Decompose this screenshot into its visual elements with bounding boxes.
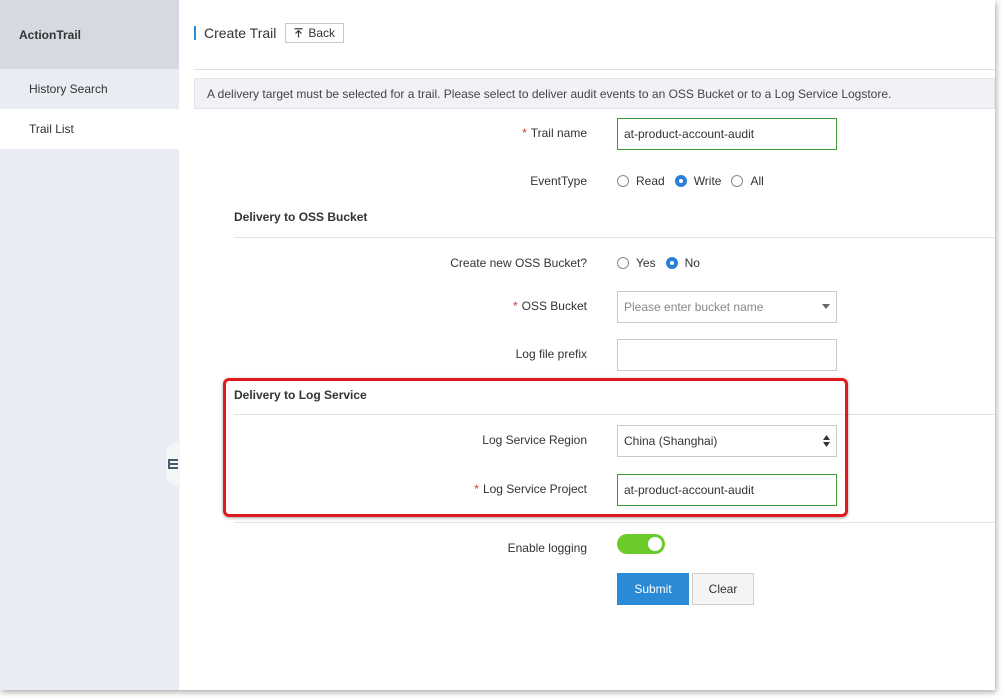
toggle-knob — [648, 537, 662, 551]
page-header: Create Trail Back — [194, 22, 345, 44]
back-button-label: Back — [308, 26, 336, 40]
trail-name-label: * Trail name — [522, 126, 587, 140]
radio-all[interactable]: All — [731, 174, 764, 188]
oss-bucket-select[interactable]: Please enter bucket name — [617, 291, 837, 323]
app-window: ActionTrail History Search Trail List Cr… — [0, 0, 995, 690]
radio-all-label: All — [750, 174, 764, 188]
required-mark: * — [512, 299, 518, 313]
page-title: Create Trail — [204, 25, 277, 41]
radio-all-dot[interactable] — [731, 175, 744, 187]
oss-section-divider — [234, 237, 995, 238]
header-divider — [194, 69, 995, 70]
radio-no[interactable]: No — [665, 256, 700, 270]
clear-button[interactable]: Clear — [692, 573, 754, 605]
sidebar-item-trail-list[interactable]: Trail List — [0, 109, 179, 149]
radio-write-label: Write — [693, 174, 722, 188]
sidebar-item-label: Trail List — [29, 122, 74, 136]
radio-read[interactable]: Read — [617, 174, 665, 188]
upload-arrow-icon — [294, 28, 303, 38]
radio-write[interactable]: Write — [674, 174, 722, 188]
sidebar-item-history-search[interactable]: History Search — [0, 69, 179, 109]
trail-name-value: at-product-account-audit — [624, 127, 755, 141]
sidebar-title: ActionTrail — [0, 0, 179, 69]
event-type-radio-group: Read Write All — [617, 174, 774, 188]
main-content: Create Trail Back A delivery target must… — [179, 0, 995, 690]
event-type-label: EventType — [530, 174, 587, 188]
radio-no-label: No — [684, 256, 700, 270]
radio-read-label: Read — [636, 174, 665, 188]
back-button[interactable]: Back — [285, 23, 345, 43]
radio-yes-dot[interactable] — [617, 257, 629, 269]
log-prefix-input[interactable] — [617, 339, 837, 371]
oss-bucket-placeholder: Please enter bucket name — [624, 300, 764, 314]
oss-bucket-label: * OSS Bucket — [513, 299, 587, 313]
chevron-down-icon — [822, 304, 830, 309]
oss-bucket-label-text: OSS Bucket — [521, 299, 587, 313]
submit-button[interactable]: Submit — [617, 573, 689, 605]
sidebar: ActionTrail History Search Trail List — [0, 0, 179, 690]
collapse-glyph-icon — [168, 459, 178, 469]
radio-read-dot[interactable] — [617, 175, 629, 187]
enable-logging-toggle[interactable] — [617, 534, 665, 554]
notice-banner: A delivery target must be selected for a… — [194, 78, 995, 109]
form-divider — [234, 522, 995, 523]
radio-yes-label: Yes — [636, 256, 656, 270]
radio-write-dot[interactable] — [674, 175, 687, 187]
title-accent-bar — [194, 26, 196, 40]
trail-name-input[interactable]: at-product-account-audit — [617, 118, 837, 150]
log-prefix-label: Log file prefix — [515, 347, 587, 361]
create-oss-radio-group: Yes No — [617, 256, 710, 270]
radio-yes[interactable]: Yes — [617, 256, 656, 270]
sidebar-item-label: History Search — [29, 82, 108, 96]
highlight-annotation-box — [223, 378, 848, 517]
oss-section-title: Delivery to OSS Bucket — [234, 210, 368, 224]
trail-name-label-text: Trail name — [530, 126, 587, 140]
enable-logging-label: Enable logging — [507, 541, 587, 555]
create-oss-label: Create new OSS Bucket? — [450, 256, 587, 270]
radio-no-dot[interactable] — [665, 257, 678, 269]
required-mark: * — [522, 126, 527, 140]
